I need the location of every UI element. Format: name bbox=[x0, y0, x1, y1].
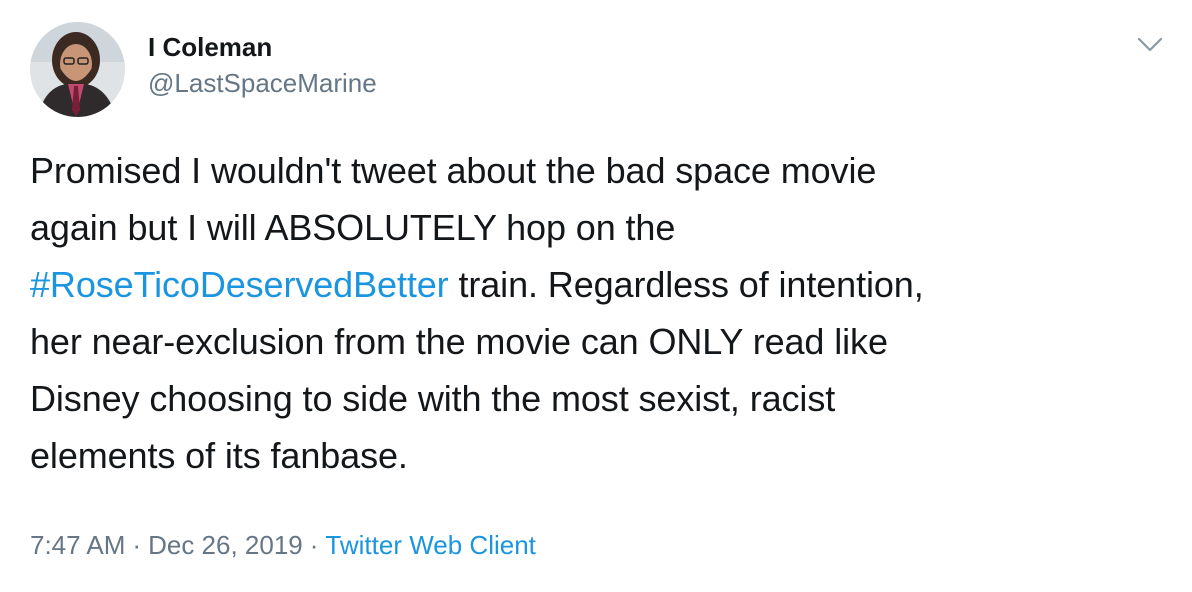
separator-dot: · bbox=[309, 530, 319, 560]
hashtag-link[interactable]: #RoseTicoDeservedBetter bbox=[30, 264, 449, 305]
user-handle[interactable]: @LastSpaceMarine bbox=[148, 66, 377, 100]
tweet-text-line: Disney choosing to side with the most se… bbox=[30, 378, 836, 419]
tweet-text-segment: train. Regardless of intention, bbox=[448, 264, 924, 305]
profile-photo-icon bbox=[30, 22, 125, 117]
tweet-text-line: her near-exclusion from the movie can ON… bbox=[30, 321, 888, 362]
tweet-text-line: Promised I wouldn't tweet about the bad … bbox=[30, 150, 877, 191]
tweet-menu-button[interactable] bbox=[1132, 30, 1168, 60]
tweet-text: Promised I wouldn't tweet about the bad … bbox=[30, 142, 1170, 484]
tweet-text-line: #RoseTicoDeservedBetter train. Regardles… bbox=[30, 256, 1170, 313]
tweet-card: I Coleman @LastSpaceMarine Promised I wo… bbox=[0, 0, 1192, 592]
tweet-text-line: elements of its fanbase. bbox=[30, 435, 408, 476]
avatar[interactable] bbox=[30, 22, 125, 117]
author-block[interactable]: I Coleman @LastSpaceMarine bbox=[148, 30, 377, 100]
tweet-date[interactable]: Dec 26, 2019 bbox=[148, 530, 303, 560]
tweet-text-line: again but I will ABSOLUTELY hop on the bbox=[30, 207, 676, 248]
display-name[interactable]: I Coleman bbox=[148, 30, 377, 64]
tweet-metadata: 7:47 AM · Dec 26, 2019 · Twitter Web Client bbox=[30, 527, 536, 563]
chevron-down-icon bbox=[1137, 37, 1163, 52]
tweet-time[interactable]: 7:47 AM bbox=[30, 530, 125, 560]
separator-dot: · bbox=[132, 530, 142, 560]
source-link[interactable]: Twitter Web Client bbox=[325, 530, 535, 560]
